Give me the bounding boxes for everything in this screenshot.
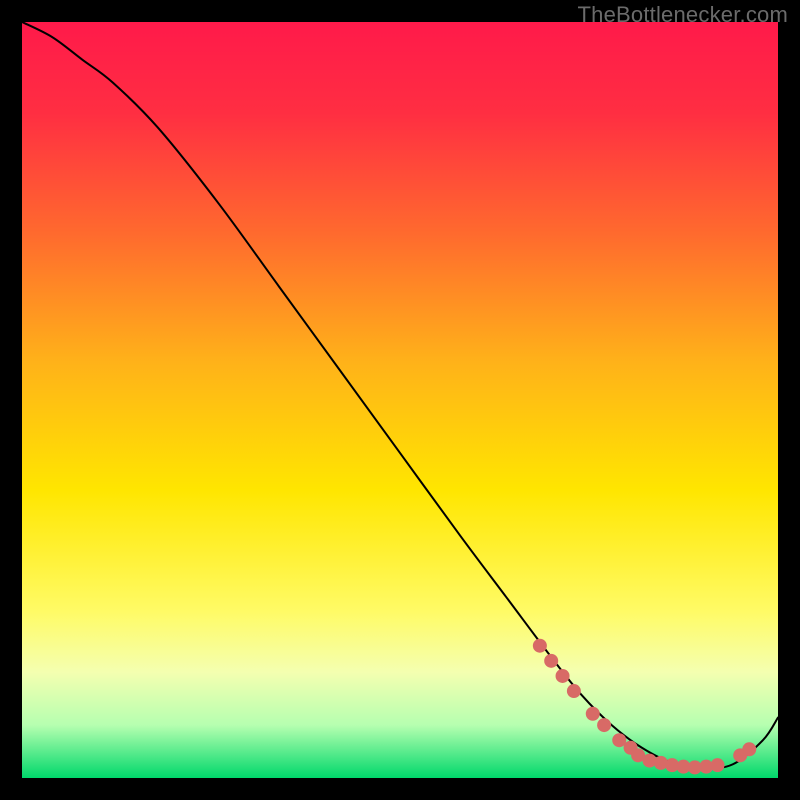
highlight-point (742, 742, 756, 756)
highlight-point (711, 758, 725, 772)
chart-svg (22, 22, 778, 778)
highlight-point (533, 639, 547, 653)
chart-frame: TheBottlenecker.com (0, 0, 800, 800)
highlight-point (544, 654, 558, 668)
highlight-point (556, 669, 570, 683)
highlight-point (567, 684, 581, 698)
highlight-point (597, 718, 611, 732)
chart-plot-area (22, 22, 778, 778)
highlight-point (586, 707, 600, 721)
chart-background (22, 22, 778, 778)
